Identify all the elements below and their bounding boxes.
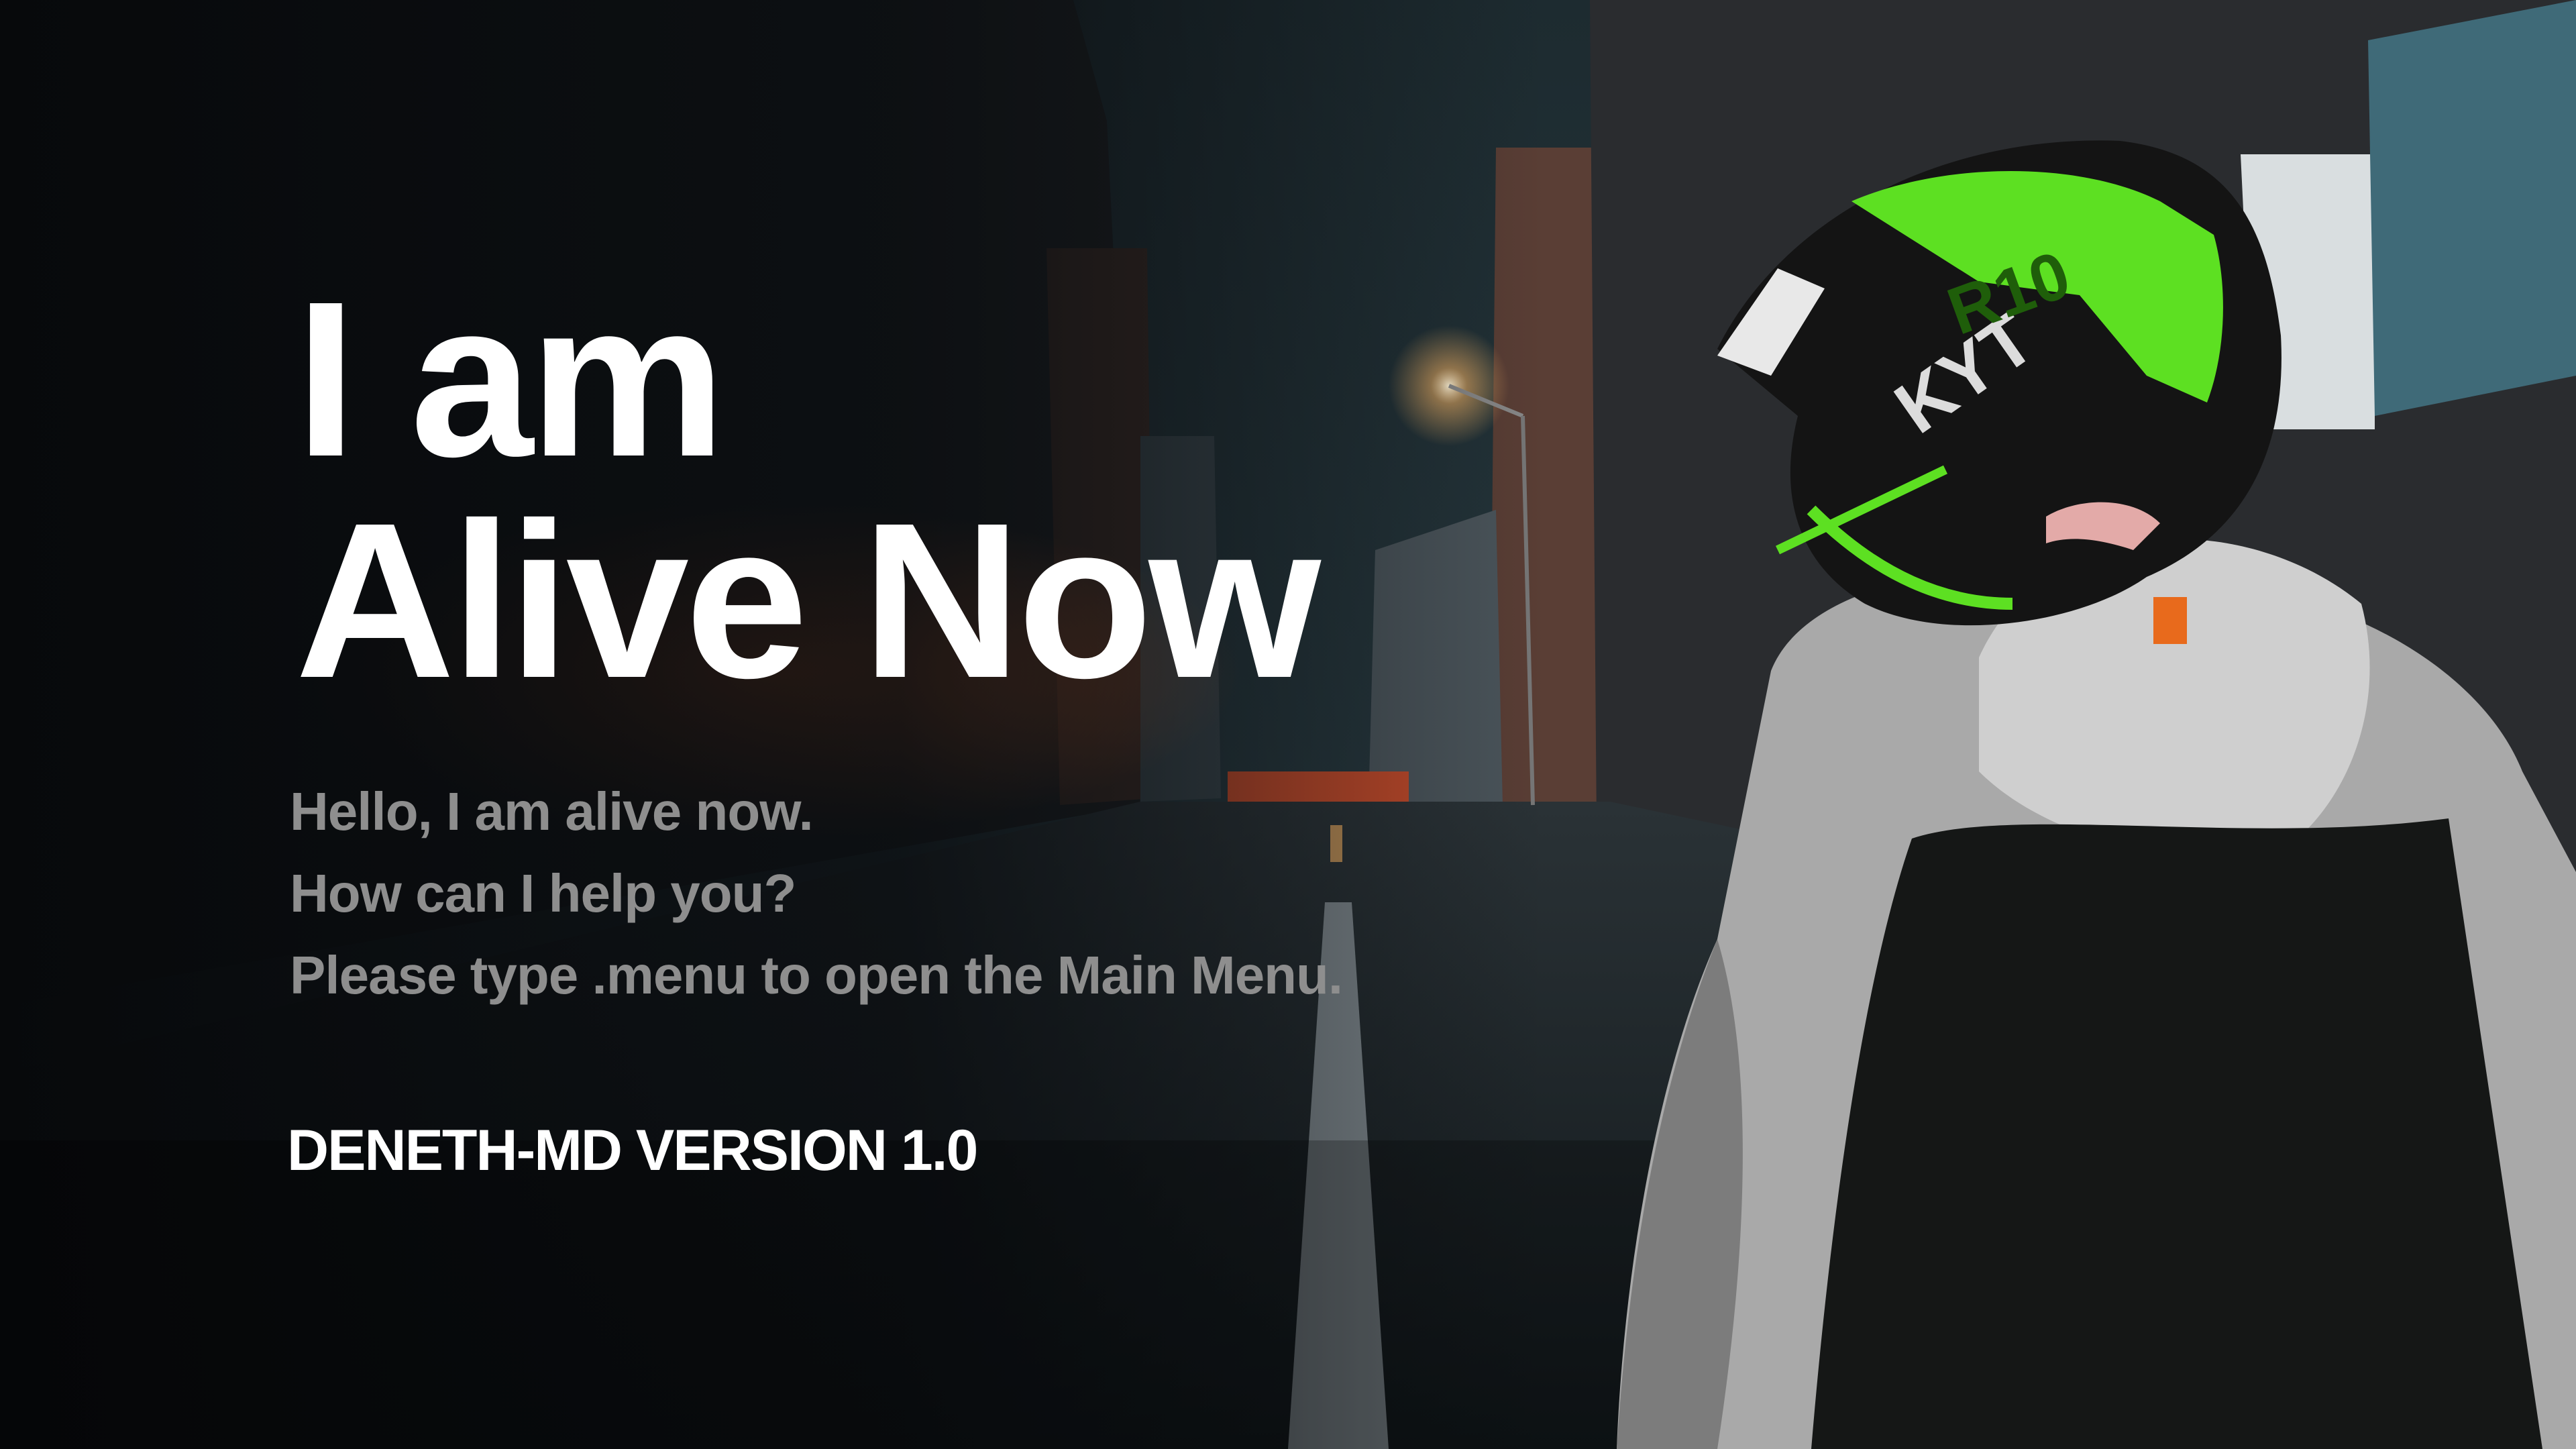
- poster: KYT R10 I am Alive Now Hello, I am alive…: [0, 0, 2576, 1449]
- night-street-background: KYT R10: [0, 0, 2576, 1449]
- help-prompt-text: How can I help you?: [290, 863, 796, 923]
- version-label: DENETH-MD VERSION 1.0: [287, 1118, 978, 1183]
- greeting-text: Hello, I am alive now.: [290, 782, 814, 841]
- menu-instruction-text: Please type .menu to open the Main Menu.: [290, 945, 1343, 1005]
- headline-line-2: Alive Now: [295, 476, 1321, 724]
- headline-line-1: I am: [295, 255, 726, 502]
